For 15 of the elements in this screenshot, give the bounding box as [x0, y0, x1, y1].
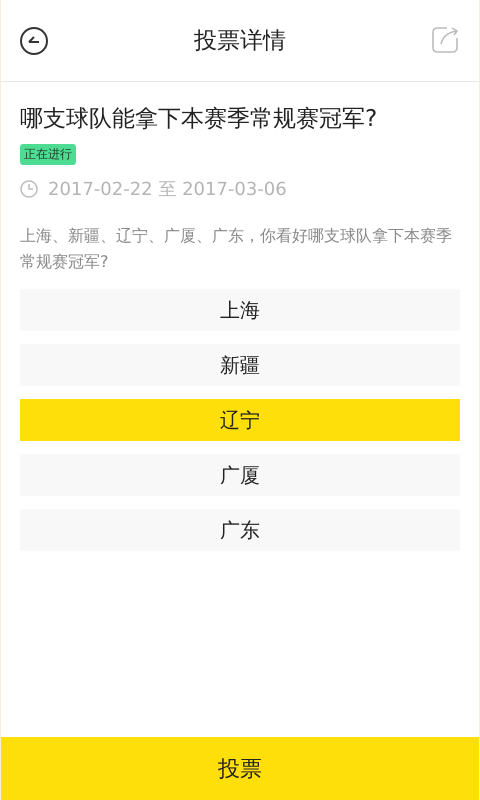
date-range: 2017-02-22 至 2017-03-06 — [48, 178, 287, 201]
vote-option[interactable]: 广厦 — [20, 454, 460, 496]
back-icon — [19, 26, 49, 56]
share-icon — [431, 26, 459, 54]
status-tag: 正在进行 — [20, 144, 76, 165]
vote-button[interactable]: 投票 — [1, 737, 479, 800]
page-title: 投票详情 — [194, 27, 286, 56]
vote-option[interactable]: 新疆 — [20, 344, 460, 386]
back-button[interactable] — [19, 26, 49, 56]
poll-question: 哪支球队能拿下本赛季常规赛冠军? — [20, 105, 378, 134]
vote-option[interactable]: 广东 — [20, 509, 460, 551]
vote-option[interactable]: 辽宁 — [20, 399, 460, 441]
poll-description: 上海、新疆、辽宁、广厦、广东，你看好哪支球队拿下本赛季常规赛冠军? — [20, 225, 453, 273]
vote-option[interactable]: 上海 — [20, 289, 460, 331]
clock-icon — [20, 180, 38, 198]
